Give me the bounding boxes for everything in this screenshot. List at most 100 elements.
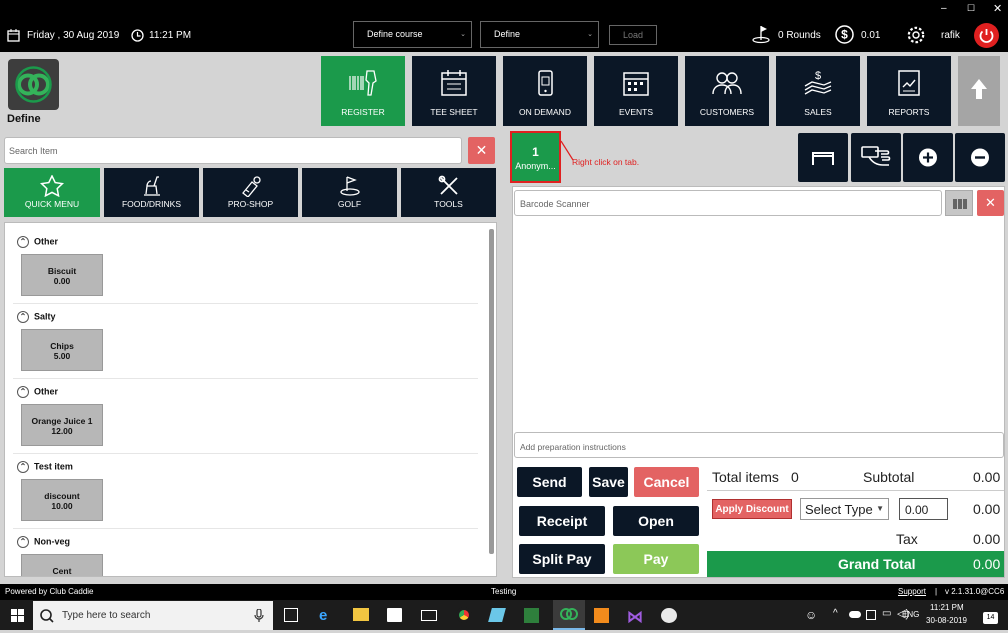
status-bar: Powered by Club Caddie Testing Support |…: [0, 584, 1008, 600]
preparation-instructions-input[interactable]: Add preparation instructions: [514, 432, 1004, 458]
clear-barcode-button[interactable]: ✕: [977, 190, 1004, 216]
discount-type-select[interactable]: Select Type ▼: [800, 498, 889, 520]
item-tile[interactable]: Cent: [21, 554, 103, 576]
apply-discount-button[interactable]: Apply Discount: [712, 499, 792, 519]
nav-register[interactable]: REGISTER: [321, 56, 405, 126]
category-food-drinks-label: FOOD/DRINKS: [121, 199, 182, 209]
group-name: Non-veg: [34, 536, 70, 547]
nav-events[interactable]: EVENTS: [594, 56, 678, 126]
rounds-text: 0 Rounds: [778, 30, 821, 41]
clock-date[interactable]: 30-08-2019: [926, 616, 967, 625]
collapse-icon[interactable]: ⌃: [17, 536, 29, 548]
clear-search-button[interactable]: ✕: [468, 137, 495, 164]
power-button[interactable]: [974, 23, 999, 48]
onedrive-icon[interactable]: [849, 611, 861, 618]
minimize-icon[interactable]: –: [941, 3, 947, 14]
clock-time[interactable]: 11:21 PM: [930, 603, 964, 612]
sales-icon: $: [804, 70, 832, 95]
tray-icon[interactable]: [866, 610, 876, 620]
app-icon-2[interactable]: [524, 608, 539, 623]
group-salty: ⌃ Salty Chips 5.00: [13, 304, 478, 379]
nav-customers[interactable]: CUSTOMERS: [685, 56, 769, 126]
collapse-icon[interactable]: ⌃: [17, 386, 29, 398]
scrollbar[interactable]: [489, 229, 494, 554]
language-indicator[interactable]: ENG: [902, 610, 919, 619]
chevron-up-icon[interactable]: ^: [833, 608, 838, 619]
item-price: 5.00: [53, 351, 71, 361]
store-icon[interactable]: [387, 608, 402, 622]
microphone-icon[interactable]: [254, 609, 264, 623]
split-pay-button[interactable]: Split Pay: [519, 544, 605, 574]
mail-icon[interactable]: [421, 610, 437, 621]
item-tile[interactable]: Biscuit 0.00: [21, 254, 103, 296]
item-tile[interactable]: discount 10.00: [21, 479, 103, 521]
item-tile[interactable]: Orange Juice 1 12.00: [21, 404, 103, 446]
hand-icon: [861, 146, 891, 166]
barcode-button[interactable]: [945, 190, 973, 216]
support-link[interactable]: Support: [898, 587, 926, 596]
item-tile[interactable]: Chips 5.00: [21, 329, 103, 371]
gear-icon[interactable]: [906, 25, 926, 45]
nav-reports[interactable]: REPORTS: [867, 56, 951, 126]
add-button[interactable]: [903, 133, 953, 182]
course-select[interactable]: Define course ⌄: [353, 21, 472, 48]
category-food-drinks[interactable]: FOOD/DRINKS: [104, 168, 199, 217]
group-header: ⌃ Non-veg: [17, 536, 70, 548]
windows-start-icon[interactable]: [11, 609, 24, 622]
visual-studio-icon[interactable]: ⋈: [627, 607, 644, 626]
svg-text:$: $: [841, 28, 848, 42]
collapse-icon[interactable]: ⌃: [17, 311, 29, 323]
chrome-icon[interactable]: [456, 607, 472, 623]
taskbar-search-input[interactable]: Type here to search: [33, 601, 273, 630]
collapse-icon[interactable]: ⌃: [17, 236, 29, 248]
pro-shop-icon: [241, 176, 261, 197]
notification-badge[interactable]: 14: [983, 612, 998, 624]
club-caddie-taskbar-icon[interactable]: [553, 600, 585, 630]
category-pro-shop[interactable]: PRO-SHOP: [203, 168, 298, 217]
order-tab[interactable]: 1 Anonym...: [510, 131, 561, 183]
category-quick-menu[interactable]: QUICK MENU: [4, 168, 100, 217]
load-button[interactable]: Load: [609, 25, 657, 45]
remove-button[interactable]: [955, 133, 1005, 182]
sublime-icon[interactable]: [594, 608, 609, 623]
barcode-input[interactable]: Barcode Scanner: [514, 190, 942, 216]
powered-by-text: Powered by Club Caddie: [5, 587, 94, 596]
group-non-veg: ⌃ Non-veg Cent: [13, 529, 478, 576]
nav-on-demand[interactable]: ON DEMAND: [503, 56, 587, 126]
logo-icon: [15, 66, 52, 103]
hand-pay-button[interactable]: [851, 133, 901, 182]
close-icon[interactable]: ✕: [993, 2, 1002, 15]
scroll-top-button[interactable]: [958, 56, 1000, 126]
category-tools[interactable]: TOOLS: [401, 168, 496, 217]
chevron-down-icon: ⌄: [587, 31, 593, 38]
pay-button[interactable]: Pay: [613, 544, 699, 574]
maximize-icon[interactable]: ☐: [967, 3, 975, 14]
save-button[interactable]: Save: [589, 467, 628, 497]
table-button[interactable]: [798, 133, 848, 182]
define-select[interactable]: Define ⌄: [480, 21, 599, 48]
open-button[interactable]: Open: [613, 506, 699, 536]
nav-sales[interactable]: $ SALES: [776, 56, 860, 126]
task-view-icon[interactable]: [284, 608, 298, 622]
file-explorer-icon[interactable]: [353, 608, 369, 621]
edge-browser-icon[interactable]: e: [319, 607, 335, 624]
brand-name: Define: [7, 113, 41, 125]
app-icon-1[interactable]: [488, 608, 506, 622]
discount-amount-input[interactable]: 0.00: [899, 498, 948, 520]
network-icon[interactable]: ▭: [882, 608, 891, 619]
paint-icon[interactable]: [661, 608, 677, 623]
grand-total-bar: Grand Total 0.00: [707, 551, 1004, 577]
item-name: Orange Juice 1: [31, 416, 93, 426]
people-icon[interactable]: ☺: [805, 608, 817, 622]
receipt-button[interactable]: Receipt: [519, 506, 605, 536]
category-golf[interactable]: GOLF: [302, 168, 397, 217]
nav-tee-sheet[interactable]: TEE SHEET: [412, 56, 496, 126]
search-input[interactable]: Search Item: [4, 137, 462, 164]
barcode-icon: [953, 199, 967, 209]
send-button[interactable]: Send: [517, 467, 582, 497]
search-icon: [40, 609, 54, 623]
nav-customers-label: CUSTOMERS: [699, 107, 755, 117]
collapse-icon[interactable]: ⌃: [17, 461, 29, 473]
cancel-button[interactable]: Cancel: [634, 467, 699, 497]
environment-text: Testing: [491, 587, 517, 596]
